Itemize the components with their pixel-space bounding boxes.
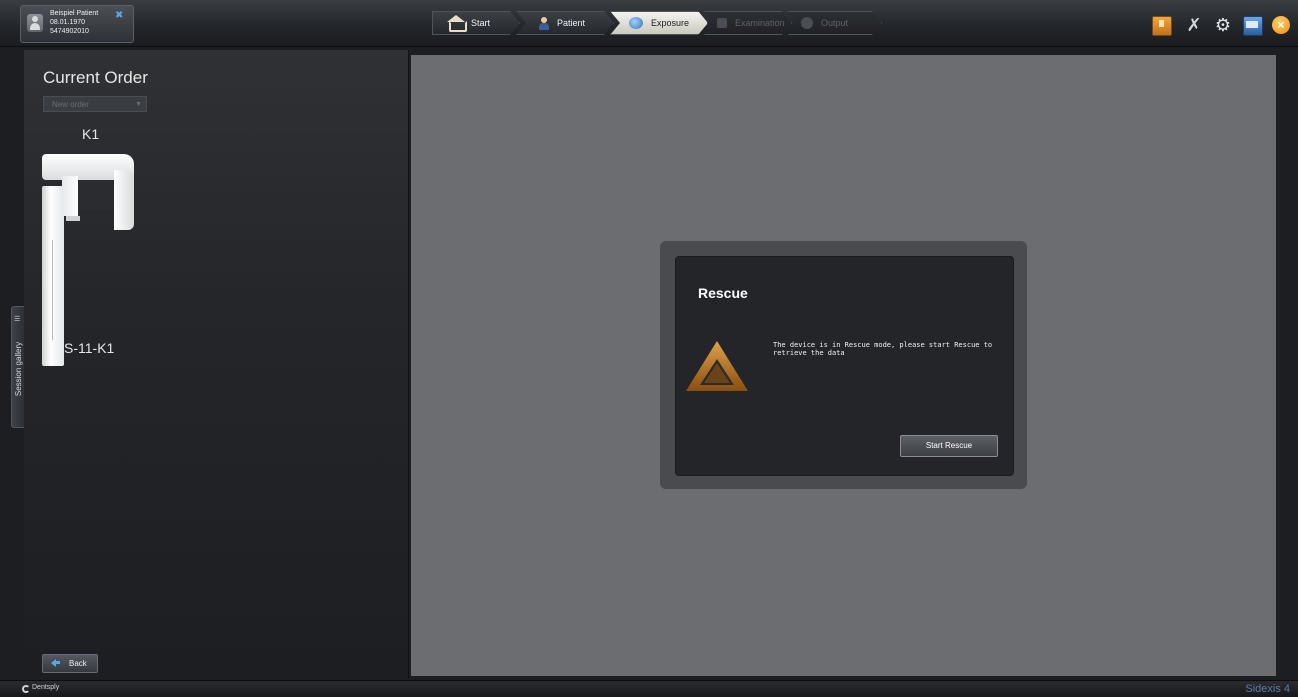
rescue-dialog-frame: Rescue The device is in Rescue mode, ple…: [660, 241, 1027, 489]
back-label: Back: [69, 659, 87, 668]
order-select-value: New order: [52, 100, 89, 109]
workflow-step-exposure[interactable]: Exposure: [610, 11, 708, 35]
home-icon: [449, 21, 467, 32]
workspace: Rescue The device is in Rescue mode, ple…: [411, 55, 1276, 676]
device-inner: [78, 180, 114, 210]
pin-icon[interactable]: ✖: [115, 11, 125, 21]
patient-icon: [539, 17, 549, 29]
examination-icon: [717, 18, 727, 28]
dialog-message: The device is in Rescue mode, please sta…: [773, 341, 993, 357]
dental-xray-device-icon[interactable]: [38, 150, 148, 368]
device-arm-right: [114, 170, 134, 230]
gear-icon[interactable]: ⚙: [1214, 16, 1232, 34]
current-order-panel: Current Order New order ▼ K1 S-11-K1 Bac…: [24, 50, 409, 678]
warning-triangle-icon: [686, 341, 748, 391]
patient-birthdate: 08.01.1970: [50, 19, 86, 26]
output-icon: [801, 17, 813, 29]
workflow-bar: Start Patient Exposure Examination Outpu…: [432, 11, 880, 35]
order-code[interactable]: S-11-K1: [64, 340, 114, 356]
book-icon[interactable]: [1152, 16, 1172, 36]
dialog-title: Rescue: [698, 285, 748, 301]
patient-avatar-icon: [27, 14, 43, 32]
top-bar: Beispiel Patient 08.01.1970 5474902010 ✖…: [0, 0, 1298, 47]
device-column-seam: [52, 240, 53, 340]
rescue-dialog: Rescue The device is in Rescue mode, ple…: [675, 256, 1014, 476]
device-column: [42, 186, 64, 366]
back-button[interactable]: Back: [42, 654, 98, 673]
workflow-step-label: Examination: [735, 18, 785, 28]
device-chin-rest: [66, 216, 80, 221]
workflow-step-examination: Examination: [704, 11, 792, 35]
window-icon[interactable]: [1243, 16, 1263, 36]
brand-label: Dentsply: [32, 684, 60, 691]
patient-card[interactable]: Beispiel Patient 08.01.1970 5474902010 ✖: [20, 5, 134, 43]
patient-name: Beispiel Patient: [50, 10, 99, 17]
workflow-step-start[interactable]: Start: [432, 11, 520, 35]
workflow-step-label: Start: [471, 18, 491, 28]
exposure-icon: [629, 17, 643, 29]
tools-icon[interactable]: ✗: [1185, 16, 1203, 34]
status-bar: Dentsply Sidexis 4: [0, 680, 1298, 697]
workflow-step-label: Output: [821, 18, 849, 28]
back-arrow-icon: [51, 659, 60, 667]
device-name: K1: [82, 126, 100, 142]
workflow-step-patient[interactable]: Patient: [516, 11, 614, 35]
panel-title: Current Order: [43, 68, 148, 87]
close-icon[interactable]: ×: [1272, 16, 1290, 34]
gallery-icon: ☰: [14, 316, 21, 323]
device-arm-left: [62, 176, 78, 216]
workflow-step-label: Exposure: [651, 18, 690, 28]
session-gallery-tab[interactable]: ☰ Session gallery: [11, 306, 25, 428]
product-name: Sidexis 4: [1245, 683, 1290, 695]
workflow-step-label: Patient: [557, 18, 586, 28]
dentsply-logo-icon: [22, 685, 30, 693]
start-rescue-button[interactable]: Start Rescue: [900, 435, 998, 457]
patient-info: Beispiel Patient 08.01.1970 5474902010: [50, 9, 98, 36]
order-select[interactable]: New order ▼: [43, 96, 147, 112]
chevron-down-icon: ▼: [135, 101, 142, 108]
workflow-step-output: Output: [788, 11, 882, 35]
patient-id: 5474902010: [50, 28, 89, 35]
